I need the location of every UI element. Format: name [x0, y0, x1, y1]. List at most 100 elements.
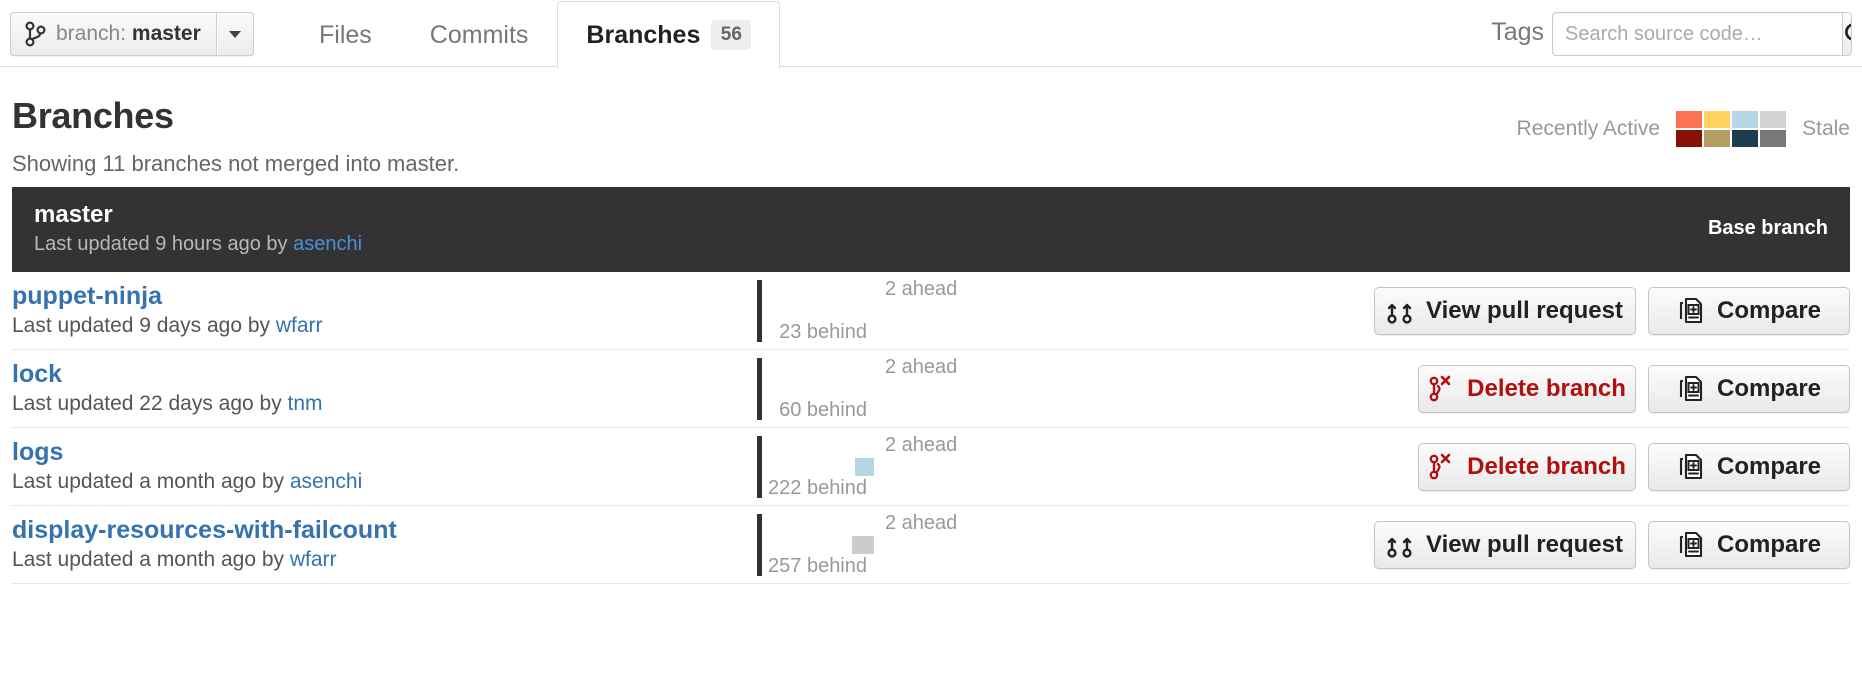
- gauge-divider: [757, 279, 762, 342]
- behind-count-label: 60 behind: [779, 398, 867, 421]
- branch-meta: Last updated a month ago by asenchi: [12, 470, 757, 494]
- behind-count-label: 222 behind: [768, 476, 867, 499]
- tab-tags-label: Tags: [1491, 18, 1544, 46]
- gauge-divider: [757, 513, 762, 576]
- repo-tabs: Files Commits Branches 56: [290, 0, 781, 69]
- branch-actions: View pull request Compare: [1374, 520, 1850, 569]
- behind-gauge: 60 behind: [757, 350, 877, 428]
- legend-swatch-active-3: [1760, 111, 1787, 128]
- branch-actions: View pull request Compare: [1374, 286, 1850, 335]
- activity-legend: Recently Active Stale: [1517, 111, 1850, 147]
- behind-gauge: 23 behind: [757, 272, 877, 350]
- compare-button[interactable]: Compare: [1648, 520, 1850, 569]
- branch-meta-text: Last updated 9 days ago by: [12, 314, 276, 338]
- view-pull-request-button[interactable]: View pull request: [1374, 520, 1636, 569]
- behind-count-label: 257 behind: [768, 554, 867, 577]
- ahead-count-label: 2 ahead: [885, 511, 958, 534]
- branch-name-link[interactable]: logs: [12, 438, 63, 467]
- legend-swatch-stale-0: [1676, 130, 1703, 147]
- legend-swatch-active-1: [1704, 111, 1731, 128]
- chevron-down-icon: [229, 30, 242, 38]
- behind-gauge: 222 behind: [757, 428, 877, 506]
- delete-branch-button[interactable]: Delete branch: [1418, 364, 1636, 413]
- ahead-gauge: 2 ahead: [877, 506, 967, 584]
- master-branch-author[interactable]: asenchi: [293, 233, 362, 255]
- primary-action-label: Delete branch: [1467, 452, 1626, 480]
- legend-recently-active-label: Recently Active: [1516, 117, 1661, 140]
- delete-branch-icon: [1428, 453, 1454, 481]
- view-pull-request-button[interactable]: View pull request: [1374, 286, 1636, 335]
- branch-rows-container: puppet-ninja Last updated 9 days ago by w…: [12, 272, 1850, 584]
- branch-selector-main[interactable]: branch: master: [11, 13, 217, 55]
- compare-button[interactable]: Compare: [1648, 442, 1850, 491]
- tab-branches[interactable]: Branches 56: [557, 1, 781, 69]
- master-branch-meta: Last updated 9 hours ago by asenchi: [34, 233, 1708, 256]
- behind-bar: [855, 457, 874, 476]
- branch-actions: Delete branch Compare: [1418, 442, 1850, 491]
- tab-branches-count: 56: [711, 20, 752, 50]
- branch-info: lock Last updated 22 days ago by tnm: [12, 360, 757, 417]
- tab-branches-label: Branches: [586, 20, 701, 49]
- branch-name-link[interactable]: puppet-ninja: [12, 282, 162, 311]
- gauge-divider: [757, 357, 762, 420]
- git-branch-icon: [25, 21, 46, 47]
- compare-icon: [1677, 375, 1704, 403]
- primary-action-label: Delete branch: [1467, 374, 1626, 402]
- tab-commits[interactable]: Commits: [401, 1, 558, 68]
- branch-row: lock Last updated 22 days ago by tnm 60 be…: [12, 350, 1850, 428]
- legend-swatch-stale-3: [1760, 130, 1787, 147]
- branch-meta-text: Last updated 22 days ago by: [12, 392, 288, 416]
- compare-action-label: Compare: [1716, 530, 1822, 558]
- branch-actions: Delete branch Compare: [1418, 364, 1850, 413]
- branch-meta-text: Last updated a month ago by: [12, 470, 290, 494]
- branch-name-link[interactable]: display-resources-with-failcount: [12, 516, 397, 545]
- compare-icon: [1677, 453, 1704, 481]
- tab-files[interactable]: Files: [290, 1, 401, 68]
- behind-gauge: 257 behind: [757, 506, 877, 584]
- branch-author-link[interactable]: tnm: [288, 392, 323, 415]
- branch-row: display-resources-with-failcount Last upd…: [12, 506, 1850, 584]
- branch-name-link[interactable]: lock: [12, 360, 62, 389]
- branch-list: master Last updated 9 hours ago by asenc…: [0, 187, 1862, 584]
- branch-author-link[interactable]: wfarr: [290, 548, 337, 571]
- branch-info: puppet-ninja Last updated 9 days ago by w…: [12, 282, 757, 339]
- branch-info: display-resources-with-failcount Last upd…: [12, 516, 757, 573]
- branch-meta-text: Last updated a month ago by: [12, 548, 290, 572]
- search-button[interactable]: [1842, 13, 1851, 55]
- branch-row: logs Last updated a month ago by asenchi 2…: [12, 428, 1850, 506]
- legend-swatch-active-0: [1676, 111, 1703, 128]
- pull-request-icon: [1387, 531, 1413, 559]
- compare-action-label: Compare: [1716, 374, 1822, 402]
- branch-row: puppet-ninja Last updated 9 days ago by w…: [12, 272, 1850, 350]
- compare-action-label: Compare: [1716, 452, 1822, 480]
- compare-button[interactable]: Compare: [1648, 286, 1850, 335]
- behind-count-label: 23 behind: [779, 320, 867, 343]
- branch-selector-caret[interactable]: [216, 13, 253, 55]
- ahead-gauge: 2 ahead: [877, 272, 967, 350]
- delete-branch-button[interactable]: Delete branch: [1418, 442, 1636, 491]
- legend-swatch-active-2: [1732, 111, 1759, 128]
- branch-info: logs Last updated a month ago by asenchi: [12, 438, 757, 495]
- legend-swatches: [1676, 111, 1787, 147]
- search-icon: [1843, 21, 1851, 48]
- branch-meta: Last updated a month ago by wfarr: [12, 548, 757, 572]
- base-branch-badge: Base branch: [1707, 217, 1828, 239]
- compare-action-label: Compare: [1716, 296, 1822, 324]
- master-branch-row[interactable]: master Last updated 9 hours ago by asenc…: [12, 187, 1850, 272]
- compare-icon: [1677, 297, 1704, 325]
- ahead-count-label: 2 ahead: [885, 277, 958, 300]
- search-input[interactable]: [1553, 13, 1842, 55]
- master-branch-name[interactable]: master: [34, 201, 1708, 229]
- gauge-divider: [757, 435, 762, 498]
- search-box[interactable]: [1552, 12, 1852, 56]
- branch-selector[interactable]: branch: master: [10, 12, 254, 56]
- branch-author-link[interactable]: wfarr: [276, 314, 323, 337]
- delete-branch-icon: [1428, 375, 1454, 403]
- compare-button[interactable]: Compare: [1648, 364, 1850, 413]
- page-subtitle: Showing 11 branches not merged into mast…: [12, 151, 460, 176]
- pull-request-icon: [1387, 297, 1413, 325]
- branch-author-link[interactable]: asenchi: [290, 470, 362, 493]
- tab-tags[interactable]: Tags: [1491, 18, 1544, 47]
- legend-swatch-stale-2: [1732, 130, 1759, 147]
- ahead-count-label: 2 ahead: [885, 433, 958, 456]
